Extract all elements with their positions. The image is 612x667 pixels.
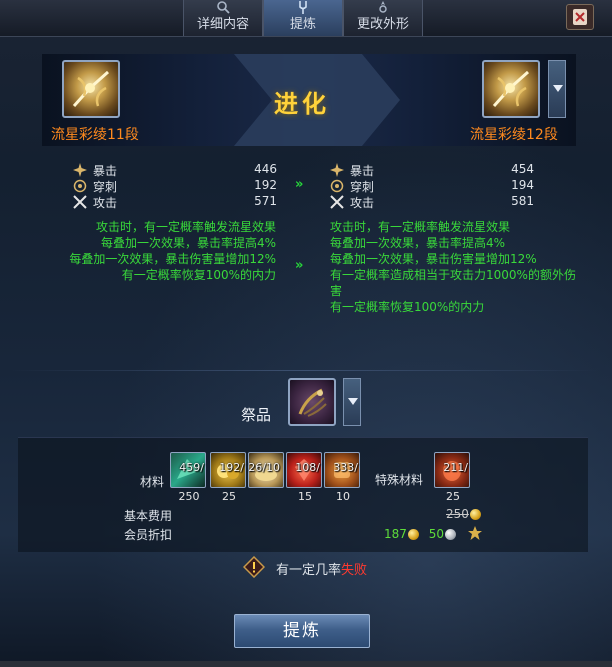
stat-row-pierce-after: 穿刺 194 bbox=[330, 178, 534, 194]
stat-name: 穿刺 bbox=[350, 180, 375, 194]
pierce-target-icon bbox=[73, 179, 87, 193]
stat-name: 暴击 bbox=[350, 164, 375, 178]
effect-line: 有一定概率恢复100%的内力 bbox=[121, 268, 276, 282]
stat-row-critical-after: 暴击 454 bbox=[330, 162, 534, 178]
tab-change-appearance-label: 更改外形 bbox=[356, 17, 409, 32]
material-slot-5[interactable]: 333/ 10 bbox=[324, 452, 360, 503]
stat-name: 暴击 bbox=[93, 164, 118, 178]
refine-window: 详细内容 提炼 更改外形 进化 流星彩绫11段 流星彩绫12段 暴击 446 穿… bbox=[0, 0, 612, 667]
material-have: 192/ bbox=[219, 461, 244, 474]
material-need: 25 bbox=[222, 490, 236, 503]
source-item-name: 流星彩绫11段 bbox=[51, 127, 139, 143]
offering-label: 祭品 bbox=[241, 406, 272, 424]
gold-coin-icon bbox=[469, 509, 481, 520]
silver-coin-icon bbox=[445, 529, 457, 540]
base-fee-value: 250 bbox=[446, 507, 481, 521]
stat-row-attack-before: 攻击 571 bbox=[73, 194, 277, 210]
special-material-need: 25 bbox=[446, 490, 460, 503]
member-discount-label: 会员折扣 bbox=[124, 528, 173, 542]
effects-after: 攻击时，有一定概率触发流星效果 每叠加一次效果，暴击率提高4% 每叠加一次效果，… bbox=[330, 219, 592, 315]
material-have: 459/ bbox=[179, 461, 204, 474]
warning-icon bbox=[243, 556, 265, 578]
effect-line: 每叠加一次效果，暴击率提高4% bbox=[100, 236, 276, 250]
material-have: 26/10 bbox=[248, 461, 280, 474]
material-need: 250 bbox=[178, 490, 200, 503]
gold-coin-icon bbox=[407, 529, 419, 540]
source-item-slot[interactable] bbox=[62, 60, 120, 118]
failure-warning: 有一定几率失败 bbox=[276, 563, 368, 578]
target-item-name: 流星彩绫12段 bbox=[470, 127, 558, 143]
member-star-icon bbox=[467, 526, 482, 540]
effects-upgrade-arrow: » bbox=[295, 258, 304, 273]
pierce-target-icon bbox=[330, 179, 344, 193]
target-item-dropdown-button[interactable] bbox=[548, 60, 566, 118]
stat-value: 571 bbox=[254, 194, 277, 208]
member-discount-value: 187 50 bbox=[384, 526, 482, 541]
effect-line: 有一定概率恢复100%的内力 bbox=[330, 300, 485, 314]
critical-burst-icon bbox=[73, 163, 87, 177]
magnifier-icon bbox=[184, 0, 262, 16]
effect-line: 有一定概率造成相当于攻击力1000%的额外伤 bbox=[330, 268, 576, 282]
material-have: 108/ bbox=[295, 461, 320, 474]
refine-button[interactable]: 提炼 bbox=[234, 614, 370, 648]
stat-row-pierce-before: 穿刺 192 bbox=[73, 178, 277, 194]
stat-name: 攻击 bbox=[350, 196, 375, 210]
window-bottom-edge bbox=[0, 661, 612, 667]
effects-before: 攻击时，有一定概率触发流星效果 每叠加一次效果，暴击率提高4% 每叠加一次效果，… bbox=[40, 219, 276, 283]
stat-name: 穿刺 bbox=[93, 180, 118, 194]
material-need: 10 bbox=[336, 490, 350, 503]
offering-slot[interactable] bbox=[288, 378, 336, 426]
tuning-fork-icon bbox=[264, 0, 342, 16]
stat-name: 攻击 bbox=[93, 196, 118, 210]
tab-change-appearance[interactable]: 更改外形 bbox=[343, 0, 423, 36]
material-have: 333/ bbox=[333, 461, 358, 474]
stat-value: 192 bbox=[254, 178, 277, 192]
target-item-slot[interactable] bbox=[482, 60, 540, 118]
special-materials-label: 特殊材料 bbox=[375, 473, 424, 487]
materials-label: 材料 bbox=[140, 475, 165, 489]
critical-burst-icon bbox=[330, 163, 344, 177]
base-fee-label: 基本费用 bbox=[124, 509, 173, 523]
special-material-have: 211/ bbox=[443, 461, 468, 474]
stat-value: 194 bbox=[511, 178, 534, 192]
offering-claw-icon bbox=[298, 388, 327, 417]
transform-icon bbox=[344, 0, 422, 16]
effect-line: 攻击时，有一定概率触发流星效果 bbox=[330, 220, 511, 234]
stat-value: 454 bbox=[511, 162, 534, 176]
effect-line: 每叠加一次效果，暴击伤害量增加12% bbox=[69, 252, 276, 266]
material-slot-2[interactable]: 192/ 25 bbox=[210, 452, 246, 503]
crossed-swords-icon bbox=[73, 195, 87, 209]
crossed-swords-icon bbox=[330, 195, 344, 209]
special-material-slot[interactable]: 211/ 25 bbox=[434, 452, 470, 503]
tab-refine-label: 提炼 bbox=[289, 17, 316, 32]
effect-line: 每叠加一次效果，暴击伤害量增加12% bbox=[330, 252, 537, 266]
effect-line: 每叠加一次效果，暴击率提高4% bbox=[330, 236, 506, 250]
stat-value: 581 bbox=[511, 194, 534, 208]
stat-row-attack-after: 攻击 581 bbox=[330, 194, 534, 210]
material-slot-3[interactable]: 26/10 bbox=[248, 452, 284, 488]
effect-line: 害 bbox=[330, 284, 343, 298]
stat-value: 446 bbox=[254, 162, 277, 176]
stats-upgrade-arrow: » bbox=[295, 177, 304, 192]
material-slot-4[interactable]: 108/ 15 bbox=[286, 452, 322, 503]
material-need: 15 bbox=[298, 490, 312, 503]
tab-refine[interactable]: 提炼 bbox=[263, 0, 343, 36]
stat-row-critical-before: 暴击 446 bbox=[73, 162, 277, 178]
evolution-title: 进化 bbox=[274, 90, 330, 118]
source-item-icon bbox=[72, 70, 109, 107]
tab-bar: 详细内容 提炼 更改外形 bbox=[0, 0, 612, 37]
effect-line: 攻击时，有一定概率触发流星效果 bbox=[95, 220, 276, 234]
tab-details-label: 详细内容 bbox=[196, 17, 249, 32]
section-divider bbox=[10, 370, 600, 371]
target-item-icon bbox=[492, 70, 529, 107]
scroll-book-icon bbox=[573, 9, 587, 25]
offering-dropdown-button[interactable] bbox=[343, 378, 361, 426]
scroll-book-button[interactable] bbox=[566, 4, 594, 30]
material-slot-1[interactable]: 459/ 250 bbox=[170, 452, 206, 503]
tab-details[interactable]: 详细内容 bbox=[183, 0, 263, 36]
